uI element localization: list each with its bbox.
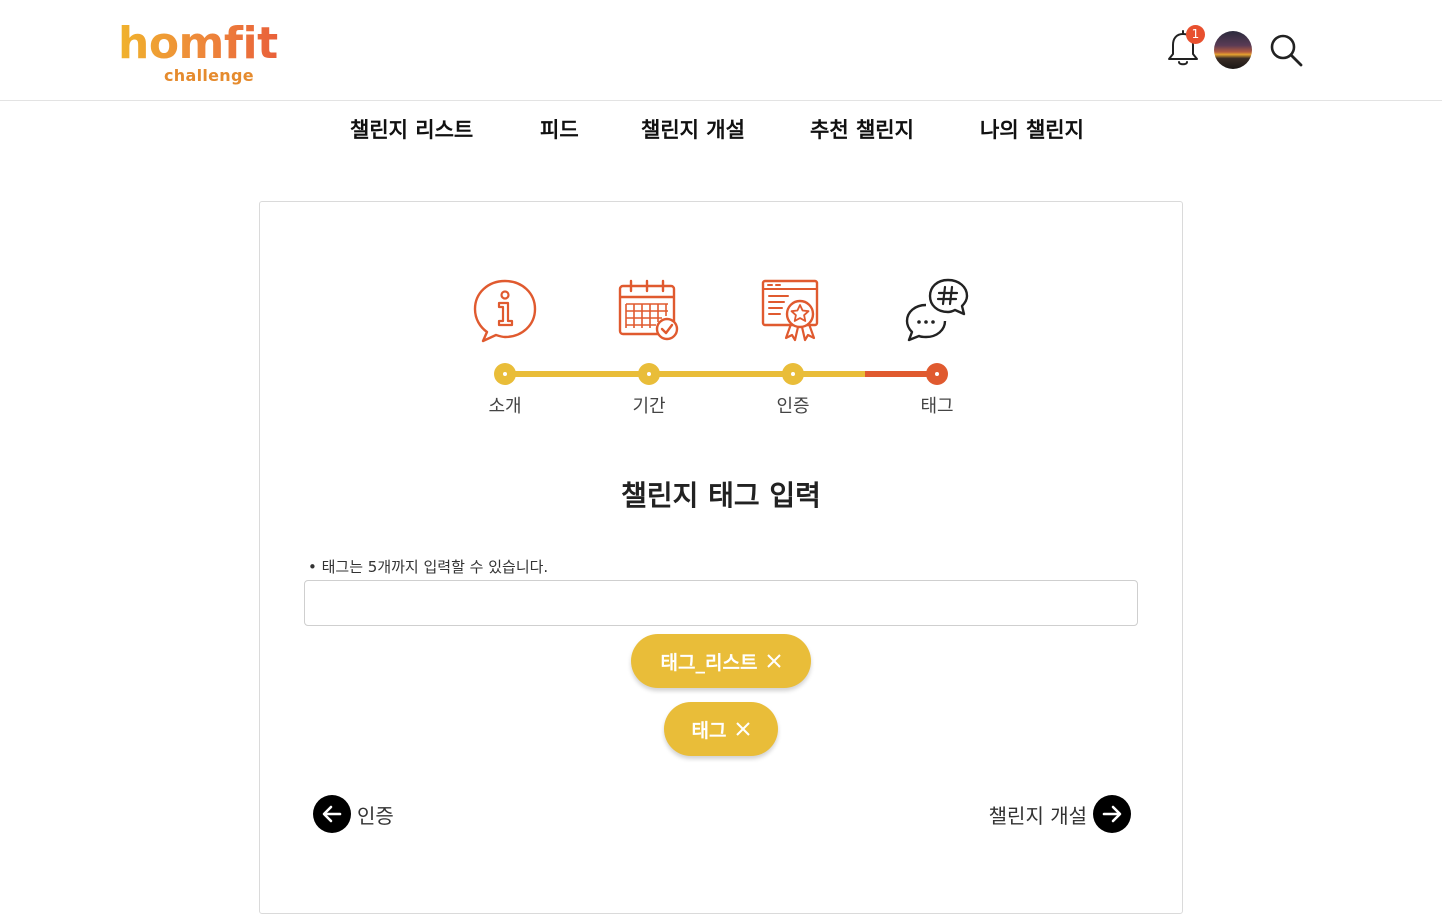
user-avatar[interactable] — [1214, 31, 1252, 69]
tag-limit-hint: • 태그는 5개까지 입력할 수 있습니다. — [308, 558, 549, 576]
close-icon[interactable] — [736, 722, 751, 736]
step-label-intro: 소개 — [488, 396, 522, 417]
main-nav: 챌린지 리스트 피드 챌린지 개설 추천 챌린지 나의 챌린지 — [0, 114, 1442, 148]
nav-item-my-challenge[interactable]: 나의 챌린지 — [980, 114, 1084, 144]
close-icon[interactable] — [767, 654, 782, 668]
certificate-award-icon — [761, 279, 819, 342]
calendar-check-icon — [618, 279, 679, 341]
info-bubble-icon — [473, 279, 537, 343]
site-header: homfit challenge 1 — [0, 0, 1442, 101]
nav-item-challenge-list[interactable]: 챌린지 리스트 — [350, 114, 473, 144]
step-dot-intro[interactable] — [494, 363, 516, 385]
arrow-right-icon — [1093, 795, 1131, 833]
tag-chip-label: 태그 — [691, 719, 727, 742]
logo-tagline: challenge — [164, 66, 254, 85]
logo-wordmark: homfit — [118, 14, 278, 74]
notification-badge: 1 — [1186, 25, 1205, 44]
hashtag-chat-icon — [905, 278, 969, 342]
step-label-verify: 인증 — [776, 396, 810, 417]
create-challenge-card: 소개 기간 인증 태그 챌린지 태그 입력 • 태그는 5개까지 입력할 수 있… — [259, 201, 1183, 914]
prev-step-label: 인증 — [357, 803, 394, 828]
next-step-button[interactable]: 챌린지 개설 — [989, 794, 1131, 834]
nav-item-create-challenge[interactable]: 챌린지 개설 — [641, 114, 745, 144]
prev-step-button[interactable]: 인증 — [313, 794, 394, 834]
tag-chip[interactable]: 태그 — [664, 702, 778, 756]
nav-item-recommended[interactable]: 추천 챌린지 — [810, 114, 914, 144]
step-label-period: 기간 — [632, 396, 666, 417]
next-step-label: 챌린지 개설 — [988, 803, 1087, 828]
arrow-left-icon — [313, 795, 351, 833]
nav-item-feed[interactable]: 피드 — [540, 114, 579, 144]
step-label-tag: 태그 — [920, 396, 954, 417]
tag-chip[interactable]: 태그_리스트 — [631, 634, 811, 688]
homfit-logo[interactable]: homfit challenge — [118, 14, 308, 92]
progress-track-completed — [505, 371, 871, 377]
search-icon[interactable] — [1268, 32, 1304, 68]
section-title: 챌린지 태그 입력 — [621, 479, 821, 512]
tag-input[interactable] — [304, 580, 1138, 626]
step-dot-verify[interactable] — [782, 363, 804, 385]
tag-chip-label: 태그_리스트 — [660, 651, 758, 674]
step-dot-period[interactable] — [638, 363, 660, 385]
step-dot-tag[interactable] — [926, 363, 948, 385]
